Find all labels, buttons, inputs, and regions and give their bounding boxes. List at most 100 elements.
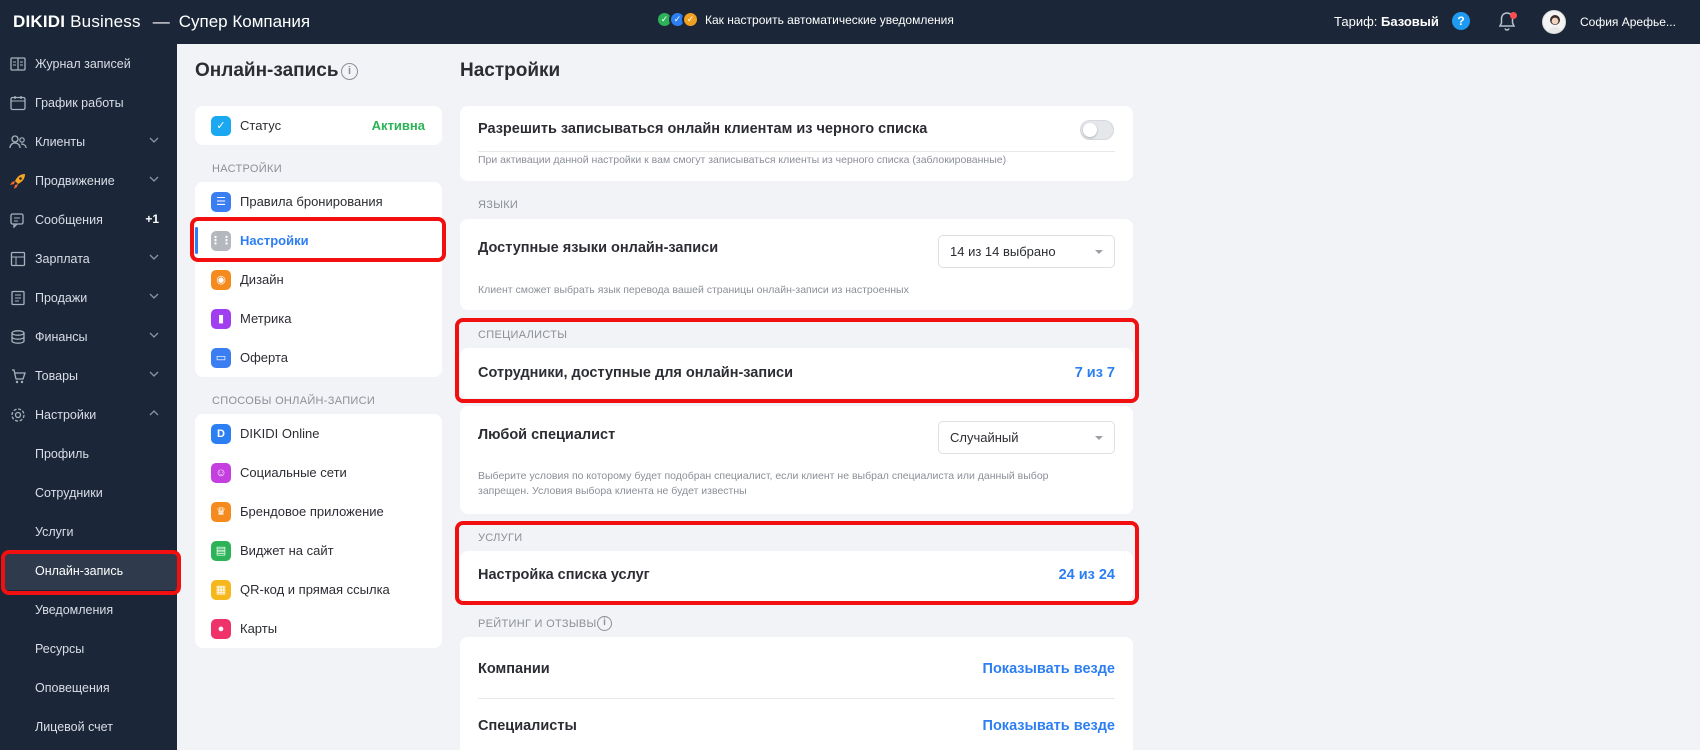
sidebar-subitem-profile[interactable]: Профиль: [0, 434, 177, 473]
divider: [478, 698, 1115, 699]
rating-info-icon[interactable]: i: [597, 616, 612, 631]
sidebar-item-finance[interactable]: Финансы: [0, 317, 177, 356]
menu-item-design[interactable]: ◉ Дизайн: [195, 260, 442, 299]
booking-ways-card: D DIKIDI Online ☺ Социальные сети ♛ Брен…: [195, 414, 442, 648]
promo-banner[interactable]: ✓ ✓ ✓ Как настроить автоматические уведомл…: [656, 11, 954, 28]
sidebar-item-messages[interactable]: Сообщения +1: [0, 200, 177, 239]
languages-description: Клиент сможет выбрать язык перевода ваше…: [478, 284, 909, 296]
chevron-down-icon: [149, 254, 159, 260]
user-name[interactable]: София Арефье...: [1580, 15, 1676, 29]
menu-item-label: Виджет на сайт: [240, 543, 334, 558]
status-label: Статус: [240, 118, 282, 133]
online-booking-title: Онлайн-запись: [195, 60, 339, 81]
sidebar-subitem-notifications[interactable]: Уведомления: [0, 590, 177, 629]
rules-icon: ☰: [211, 191, 231, 212]
info-icon[interactable]: i: [341, 63, 358, 80]
book-icon: ▭: [211, 347, 231, 368]
messages-badge: +1: [145, 212, 159, 226]
sidebar-item-label: Продажи: [35, 290, 88, 305]
divider: [478, 151, 1115, 152]
sidebar-item-journal[interactable]: Журнал записей: [0, 44, 177, 83]
menu-item-maps[interactable]: ● Карты: [195, 609, 442, 648]
specialists-rating-title: Специалисты: [478, 718, 577, 734]
help-icon[interactable]: ?: [1452, 12, 1470, 30]
menu-item-qr[interactable]: ▦ QR-код и прямая ссылка: [195, 570, 442, 609]
settings-menu-card: ☰ Правила бронирования ⋮⋮ Настройки ◉ Ди…: [195, 182, 442, 377]
highlight-box-employees: [455, 318, 1139, 403]
chevron-down-icon: [149, 176, 159, 182]
finance-icon: [9, 328, 27, 346]
rating-section-label: РЕЙТИНГ И ОТЗЫВЫ: [478, 618, 597, 630]
chevron-down-icon: [149, 332, 159, 338]
menu-item-label: Метрика: [240, 311, 292, 326]
journal-icon: [9, 55, 27, 73]
highlight-box-sidebar-online-booking: [1, 550, 181, 595]
trophy-icon: ♛: [211, 501, 231, 522]
sidebar-item-label: Сообщения: [35, 212, 103, 227]
sidebar-subitem-resources[interactable]: Ресурсы: [0, 629, 177, 668]
sidebar-item-goods[interactable]: Товары: [0, 356, 177, 395]
notification-dot: [1510, 12, 1517, 19]
menu-item-label: DIKIDI Online: [240, 426, 320, 441]
any-specialist-select[interactable]: Случайный: [938, 421, 1115, 454]
menu-item-dikidi-online[interactable]: D DIKIDI Online: [195, 414, 442, 453]
status-card: ✓ Статус Активна: [195, 106, 442, 145]
brand-logo[interactable]: DIKIDI Business: [13, 12, 141, 32]
languages-select[interactable]: 14 из 14 выбрано: [938, 235, 1115, 268]
menu-item-label: Карты: [240, 621, 278, 636]
sales-icon: [9, 289, 27, 307]
smile-icon: ☺: [211, 462, 231, 483]
menu-item-booking-rules[interactable]: ☰ Правила бронирования: [195, 182, 442, 221]
sidebar-subitem-account[interactable]: Лицевой счет: [0, 707, 177, 746]
sidebar-item-label: Финансы: [35, 329, 88, 344]
blacklist-toggle[interactable]: [1080, 120, 1114, 140]
menu-item-widget[interactable]: ▤ Виджет на сайт: [195, 531, 442, 570]
menu-item-metrics[interactable]: ▮ Метрика: [195, 299, 442, 338]
menu-item-label: Социальные сети: [240, 465, 347, 480]
sidebar-subitem-alerts[interactable]: Оповещения: [0, 668, 177, 707]
chevron-down-icon: [149, 293, 159, 299]
sidebar-item-promotion[interactable]: Продвижение: [0, 161, 177, 200]
highlight-box-services: [455, 521, 1139, 605]
menu-item-label: Оферта: [240, 350, 289, 365]
sidebar-item-clients[interactable]: Клиенты: [0, 122, 177, 161]
company-name[interactable]: Супер Компания: [179, 12, 310, 32]
blacklist-title: Разрешить записываться онлайн клиентам и…: [478, 121, 928, 137]
sidebar-subitem-employees[interactable]: Сотрудники: [0, 473, 177, 512]
sidebar-item-label: Журнал записей: [35, 56, 131, 71]
sidebar-subitem-services[interactable]: Услуги: [0, 512, 177, 551]
menu-item-label: Правила бронирования: [240, 194, 383, 209]
menu-item-offer[interactable]: ▭ Оферта: [195, 338, 442, 377]
sidebar-item-label: Продвижение: [35, 173, 115, 188]
sidebar-item-schedule[interactable]: График работы: [0, 83, 177, 122]
sidebar-item-settings[interactable]: Настройки: [0, 395, 177, 434]
status-check-icon: ✓: [211, 115, 231, 136]
avatar[interactable]: [1542, 10, 1566, 34]
menu-item-label: QR-код и прямая ссылка: [240, 582, 390, 597]
caret-down-icon: [1095, 250, 1103, 254]
goods-icon: [9, 367, 27, 385]
scrollbar-track[interactable]: [1685, 44, 1700, 750]
sidebar-item-label: График работы: [35, 95, 124, 110]
calendar-icon: [9, 94, 27, 112]
companies-rating-title: Компании: [478, 661, 550, 677]
sidebar-item-label: Товары: [35, 368, 78, 383]
promo-text: Как настроить автоматические уведомления: [705, 12, 954, 27]
sidebar-item-salary[interactable]: Зарплата: [0, 239, 177, 278]
any-specialist-description: Выберите условия по которому будет подоб…: [478, 470, 1049, 497]
map-pin-icon: ●: [211, 618, 231, 639]
companies-rating-link[interactable]: Показывать везде: [900, 661, 1115, 677]
chevron-down-icon: [149, 371, 159, 377]
tariff-indicator[interactable]: Тариф: Базовый: [1334, 14, 1439, 29]
widget-icon: ▤: [211, 540, 231, 561]
menu-item-social[interactable]: ☺ Социальные сети: [195, 453, 442, 492]
status-item[interactable]: ✓ Статус Активна: [195, 106, 442, 145]
blacklist-card: [460, 106, 1133, 181]
settings-title: Настройки: [460, 60, 561, 81]
messages-icon: [9, 211, 27, 229]
specialists-rating-link[interactable]: Показывать везде: [900, 718, 1115, 734]
sidebar-item-sales[interactable]: Продажи: [0, 278, 177, 317]
brand-separator: —: [152, 12, 170, 31]
select-value: Случайный: [950, 430, 1019, 445]
menu-item-brand-app[interactable]: ♛ Брендовое приложение: [195, 492, 442, 531]
